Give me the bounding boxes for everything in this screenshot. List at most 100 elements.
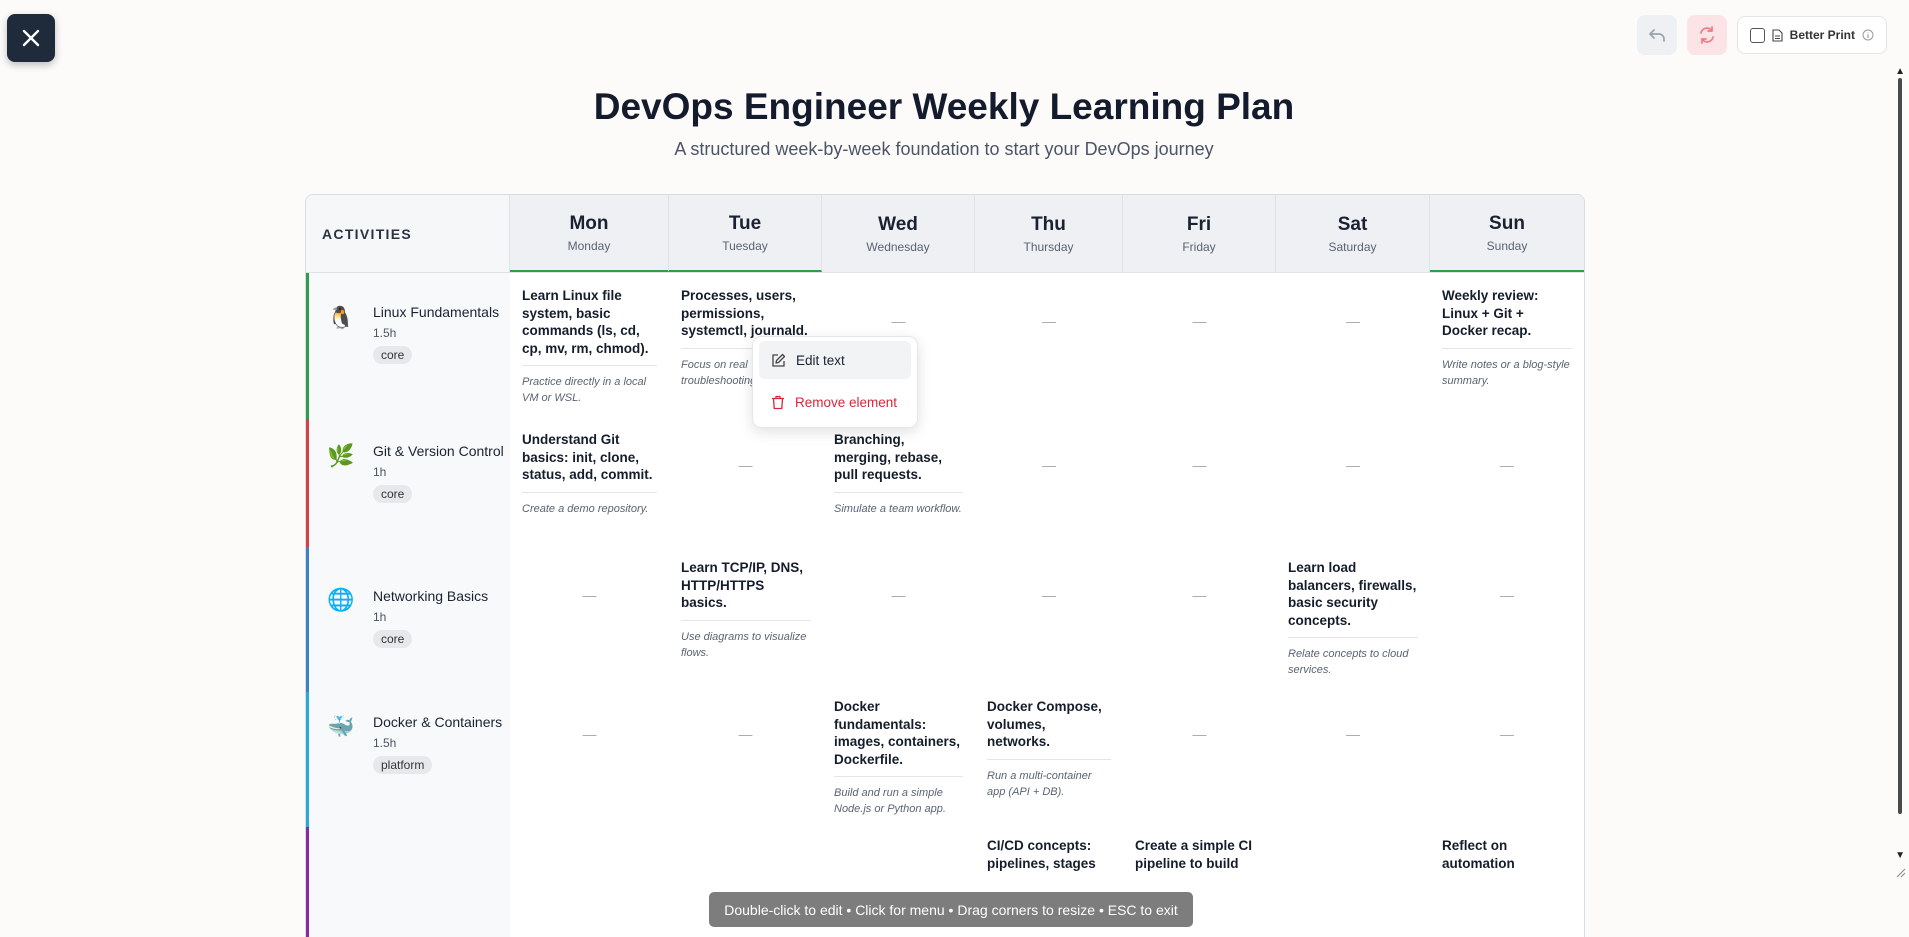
top-toolbar: Better Print — [1636, 15, 1887, 55]
activity-cell[interactable]: 🐳 Docker & Containers 1.5h platform — [306, 692, 510, 827]
cell-note[interactable]: Use diagrams to visualize flows. — [681, 629, 810, 661]
schedule-cell[interactable]: Weekly review: Linux + Git + Docker reca… — [1430, 273, 1584, 419]
cell-task[interactable]: Learn load balancers, firewalls, basic s… — [1288, 559, 1418, 638]
learning-plan-table: ACTIVITIES Mon Monday Tue Tuesday Wed We… — [305, 194, 1585, 937]
schedule-cell[interactable]: Learn TCP/IP, DNS, HTTP/HTTPS basics. Us… — [669, 547, 822, 692]
whale-icon: 🐳 — [327, 714, 355, 739]
table-header-row: ACTIVITIES Mon Monday Tue Tuesday Wed We… — [306, 195, 1584, 273]
cell-note[interactable]: Simulate a team workflow. — [834, 501, 963, 517]
cell-task[interactable]: Learn Linux file system, basic commands … — [522, 287, 657, 366]
cell-task[interactable]: Reflect on automation — [1442, 837, 1572, 880]
day-long: Monday — [567, 238, 611, 253]
day-header-fri: Fri Friday — [1123, 195, 1276, 272]
schedule-cell-empty[interactable]: — — [1430, 547, 1584, 692]
cell-task[interactable]: Branching, merging, rebase, pull request… — [834, 431, 963, 493]
activity-duration: 1.5h — [373, 326, 397, 340]
schedule-cell-empty[interactable]: — — [1276, 692, 1430, 827]
cell-note[interactable]: Build and run a simple Node.js or Python… — [834, 785, 963, 817]
schedule-cell-empty[interactable]: — — [1123, 692, 1276, 827]
activity-cell[interactable]: 🌐 Networking Basics 1h core — [306, 547, 510, 692]
edit-text-menu-item[interactable]: Edit text — [759, 341, 911, 379]
scroll-down-arrow[interactable]: ▼ — [1895, 850, 1905, 861]
scroll-up-arrow[interactable]: ▲ — [1895, 66, 1905, 77]
schedule-cell-empty[interactable]: — — [975, 419, 1123, 547]
day-long: Wednesday — [866, 239, 930, 254]
empty-marker: — — [1192, 587, 1207, 603]
schedule-cell[interactable]: Docker Compose, volumes, networks. Run a… — [975, 692, 1123, 827]
remove-element-menu-item[interactable]: Remove element — [759, 383, 911, 421]
cell-task[interactable]: Create a simple CI pipeline to build — [1135, 837, 1264, 880]
empty-marker: — — [738, 726, 753, 742]
better-print-checkbox[interactable] — [1749, 27, 1765, 43]
schedule-cell[interactable]: Reflect on automation — [1430, 827, 1584, 937]
table-row-docker: 🐳 Docker & Containers 1.5h platform — — … — [306, 692, 1584, 827]
activity-tag: platform — [373, 756, 433, 774]
empty-marker: — — [582, 587, 597, 603]
cell-task[interactable]: Docker Compose, volumes, networks. — [987, 698, 1111, 760]
cell-task[interactable]: Understand Git basics: init, clone, stat… — [522, 431, 657, 493]
schedule-cell-empty[interactable]: — — [1276, 419, 1430, 547]
cell-task[interactable]: Docker fundamentals: images, containers,… — [834, 698, 963, 777]
schedule-cell-empty[interactable]: — — [669, 419, 822, 547]
cell-note[interactable]: Practice directly in a local VM or WSL. — [522, 374, 657, 406]
activity-name: Linux Fundamentals — [373, 304, 500, 320]
activity-duration: 1h — [373, 610, 387, 624]
undo-button[interactable] — [1636, 15, 1677, 55]
info-icon — [1862, 29, 1874, 41]
activity-cell[interactable] — [306, 827, 510, 937]
day-long: Saturday — [1328, 239, 1377, 254]
cell-task[interactable]: Weekly review: Linux + Git + Docker reca… — [1442, 287, 1572, 349]
cell-task[interactable]: Learn TCP/IP, DNS, HTTP/HTTPS basics. — [681, 559, 810, 621]
better-print-toggle[interactable]: Better Print — [1736, 16, 1887, 54]
empty-marker: — — [1346, 726, 1360, 742]
refresh-icon — [1699, 26, 1714, 44]
empty-marker: — — [1346, 313, 1360, 329]
day-header-thu: Thu Thursday — [975, 195, 1123, 272]
undo-icon — [1648, 29, 1665, 42]
day-short: Mon — [569, 212, 609, 234]
schedule-cell-empty[interactable]: — — [1430, 419, 1584, 547]
activity-cell[interactable]: 🐧 Linux Fundamentals 1.5h core — [306, 273, 510, 419]
day-header-wed: Wed Wednesday — [822, 195, 975, 272]
table-row-linux: 🐧 Linux Fundamentals 1.5h core Learn Lin… — [306, 273, 1584, 419]
schedule-cell-empty[interactable]: — — [975, 273, 1123, 419]
day-header-sun: Sun Sunday — [1430, 195, 1584, 272]
schedule-cell[interactable]: Learn load balancers, firewalls, basic s… — [1276, 547, 1430, 692]
schedule-cell-empty[interactable]: — — [1123, 273, 1276, 419]
cell-task[interactable]: CI/CD concepts: pipelines, stages — [987, 837, 1111, 880]
resize-grip-icon[interactable] — [1894, 866, 1906, 878]
schedule-cell-empty[interactable]: — — [975, 547, 1123, 692]
schedule-cell-empty[interactable]: — — [1123, 419, 1276, 547]
day-short: Sat — [1337, 213, 1368, 235]
schedule-cell-empty[interactable]: — — [822, 547, 975, 692]
schedule-cell-empty[interactable] — [510, 827, 669, 937]
activity-cell[interactable]: 🌿 Git & Version Control 1h core — [306, 419, 510, 547]
schedule-cell-empty[interactable]: — — [510, 692, 669, 827]
cell-note[interactable]: Write notes or a blog-style summary. — [1442, 357, 1572, 389]
day-long: Sunday — [1486, 238, 1528, 253]
remove-element-label: Remove element — [795, 394, 898, 410]
refresh-button[interactable] — [1686, 15, 1727, 55]
cell-note[interactable]: Create a demo repository. — [522, 501, 657, 517]
empty-marker: — — [1500, 587, 1514, 603]
schedule-cell[interactable]: Branching, merging, rebase, pull request… — [822, 419, 975, 547]
schedule-cell-empty[interactable]: — — [1123, 547, 1276, 692]
schedule-cell-empty[interactable]: — — [510, 547, 669, 692]
table-row-networking: 🌐 Networking Basics 1h core — Learn TCP/… — [306, 547, 1584, 692]
empty-marker: — — [1346, 457, 1360, 473]
schedule-cell-empty[interactable]: — — [1276, 273, 1430, 419]
cell-note[interactable]: Run a multi-container app (API + DB). — [987, 768, 1111, 800]
page-subtitle: A structured week-by-week foundation to … — [674, 139, 1214, 159]
cell-note[interactable]: Relate concepts to cloud services. — [1288, 646, 1418, 678]
day-short: Tue — [728, 212, 762, 234]
branch-icon: 🌿 — [327, 443, 355, 468]
schedule-cell[interactable]: Learn Linux file system, basic commands … — [510, 273, 669, 419]
schedule-cell-empty[interactable] — [1276, 827, 1430, 937]
close-button[interactable] — [7, 14, 55, 62]
schedule-cell[interactable]: Understand Git basics: init, clone, stat… — [510, 419, 669, 547]
scrollbar-thumb[interactable] — [1898, 78, 1902, 814]
schedule-cell-empty[interactable]: — — [1430, 692, 1584, 827]
day-short: Fri — [1186, 213, 1212, 235]
schedule-cell-empty[interactable]: — — [669, 692, 822, 827]
schedule-cell[interactable]: Docker fundamentals: images, containers,… — [822, 692, 975, 827]
